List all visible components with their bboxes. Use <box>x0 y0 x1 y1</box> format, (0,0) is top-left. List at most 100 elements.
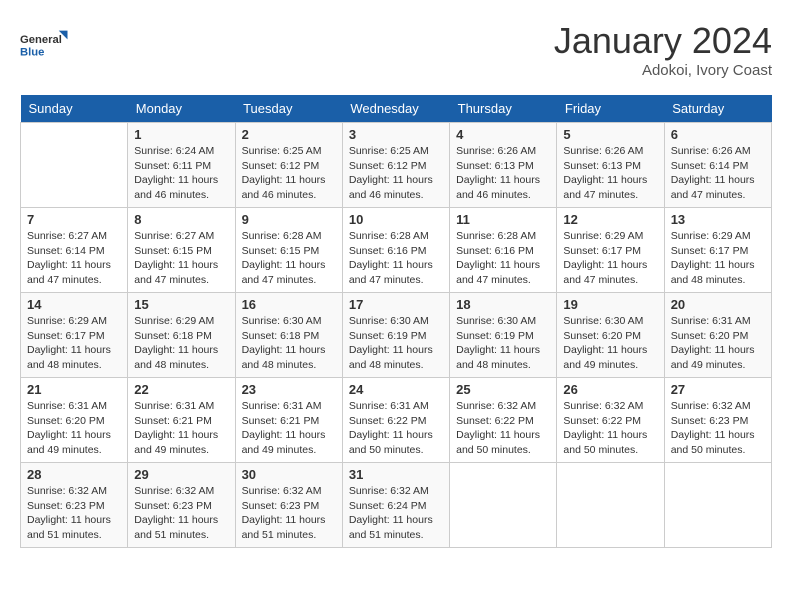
day-header-sunday: Sunday <box>21 95 128 123</box>
day-cell: 7 Sunrise: 6:27 AMSunset: 6:14 PMDayligh… <box>21 208 128 293</box>
svg-text:General: General <box>20 34 62 46</box>
day-detail: Sunrise: 6:30 AMSunset: 6:20 PMDaylight:… <box>563 314 657 373</box>
day-number: 23 <box>242 382 336 397</box>
day-detail: Sunrise: 6:31 AMSunset: 6:22 PMDaylight:… <box>349 399 443 458</box>
day-cell: 28 Sunrise: 6:32 AMSunset: 6:23 PMDaylig… <box>21 463 128 548</box>
title-block: January 2024 Adokoi, Ivory Coast <box>554 20 772 79</box>
day-detail: Sunrise: 6:32 AMSunset: 6:24 PMDaylight:… <box>349 484 443 543</box>
day-number: 20 <box>671 297 765 312</box>
day-cell <box>664 463 771 548</box>
day-number: 2 <box>242 127 336 142</box>
day-cell: 12 Sunrise: 6:29 AMSunset: 6:17 PMDaylig… <box>557 208 664 293</box>
day-number: 9 <box>242 212 336 227</box>
day-cell <box>450 463 557 548</box>
day-cell: 1 Sunrise: 6:24 AMSunset: 6:11 PMDayligh… <box>128 123 235 208</box>
day-cell: 18 Sunrise: 6:30 AMSunset: 6:19 PMDaylig… <box>450 293 557 378</box>
day-number: 25 <box>456 382 550 397</box>
day-detail: Sunrise: 6:28 AMSunset: 6:16 PMDaylight:… <box>456 229 550 288</box>
day-cell: 24 Sunrise: 6:31 AMSunset: 6:22 PMDaylig… <box>342 378 449 463</box>
day-cell: 26 Sunrise: 6:32 AMSunset: 6:22 PMDaylig… <box>557 378 664 463</box>
day-number: 4 <box>456 127 550 142</box>
day-cell: 5 Sunrise: 6:26 AMSunset: 6:13 PMDayligh… <box>557 123 664 208</box>
week-row-5: 28 Sunrise: 6:32 AMSunset: 6:23 PMDaylig… <box>21 463 772 548</box>
day-detail: Sunrise: 6:27 AMSunset: 6:15 PMDaylight:… <box>134 229 228 288</box>
day-cell: 3 Sunrise: 6:25 AMSunset: 6:12 PMDayligh… <box>342 123 449 208</box>
week-row-4: 21 Sunrise: 6:31 AMSunset: 6:20 PMDaylig… <box>21 378 772 463</box>
day-detail: Sunrise: 6:29 AMSunset: 6:18 PMDaylight:… <box>134 314 228 373</box>
day-cell: 6 Sunrise: 6:26 AMSunset: 6:14 PMDayligh… <box>664 123 771 208</box>
day-cell: 9 Sunrise: 6:28 AMSunset: 6:15 PMDayligh… <box>235 208 342 293</box>
location: Adokoi, Ivory Coast <box>554 62 772 79</box>
day-detail: Sunrise: 6:26 AMSunset: 6:13 PMDaylight:… <box>456 144 550 203</box>
day-header-wednesday: Wednesday <box>342 95 449 123</box>
day-detail: Sunrise: 6:30 AMSunset: 6:18 PMDaylight:… <box>242 314 336 373</box>
day-number: 16 <box>242 297 336 312</box>
day-detail: Sunrise: 6:31 AMSunset: 6:20 PMDaylight:… <box>27 399 121 458</box>
calendar-header-row: SundayMondayTuesdayWednesdayThursdayFrid… <box>21 95 772 123</box>
day-cell: 17 Sunrise: 6:30 AMSunset: 6:19 PMDaylig… <box>342 293 449 378</box>
day-detail: Sunrise: 6:29 AMSunset: 6:17 PMDaylight:… <box>563 229 657 288</box>
day-cell: 10 Sunrise: 6:28 AMSunset: 6:16 PMDaylig… <box>342 208 449 293</box>
day-cell: 21 Sunrise: 6:31 AMSunset: 6:20 PMDaylig… <box>21 378 128 463</box>
day-header-monday: Monday <box>128 95 235 123</box>
day-number: 3 <box>349 127 443 142</box>
day-header-friday: Friday <box>557 95 664 123</box>
calendar-table: SundayMondayTuesdayWednesdayThursdayFrid… <box>20 95 772 548</box>
day-detail: Sunrise: 6:29 AMSunset: 6:17 PMDaylight:… <box>27 314 121 373</box>
day-cell: 14 Sunrise: 6:29 AMSunset: 6:17 PMDaylig… <box>21 293 128 378</box>
day-cell: 31 Sunrise: 6:32 AMSunset: 6:24 PMDaylig… <box>342 463 449 548</box>
day-cell: 22 Sunrise: 6:31 AMSunset: 6:21 PMDaylig… <box>128 378 235 463</box>
day-cell: 16 Sunrise: 6:30 AMSunset: 6:18 PMDaylig… <box>235 293 342 378</box>
day-number: 28 <box>27 467 121 482</box>
day-number: 24 <box>349 382 443 397</box>
day-number: 18 <box>456 297 550 312</box>
svg-text:Blue: Blue <box>20 47 44 59</box>
day-detail: Sunrise: 6:25 AMSunset: 6:12 PMDaylight:… <box>349 144 443 203</box>
day-detail: Sunrise: 6:30 AMSunset: 6:19 PMDaylight:… <box>456 314 550 373</box>
day-number: 31 <box>349 467 443 482</box>
day-number: 7 <box>27 212 121 227</box>
day-cell: 8 Sunrise: 6:27 AMSunset: 6:15 PMDayligh… <box>128 208 235 293</box>
day-number: 12 <box>563 212 657 227</box>
week-row-1: 1 Sunrise: 6:24 AMSunset: 6:11 PMDayligh… <box>21 123 772 208</box>
week-row-2: 7 Sunrise: 6:27 AMSunset: 6:14 PMDayligh… <box>21 208 772 293</box>
day-number: 30 <box>242 467 336 482</box>
day-cell: 23 Sunrise: 6:31 AMSunset: 6:21 PMDaylig… <box>235 378 342 463</box>
day-detail: Sunrise: 6:32 AMSunset: 6:23 PMDaylight:… <box>671 399 765 458</box>
day-number: 6 <box>671 127 765 142</box>
day-cell: 15 Sunrise: 6:29 AMSunset: 6:18 PMDaylig… <box>128 293 235 378</box>
day-detail: Sunrise: 6:31 AMSunset: 6:21 PMDaylight:… <box>242 399 336 458</box>
day-number: 8 <box>134 212 228 227</box>
logo-svg: General Blue <box>20 20 70 70</box>
day-number: 14 <box>27 297 121 312</box>
day-header-thursday: Thursday <box>450 95 557 123</box>
logo: General Blue <box>20 20 70 70</box>
day-detail: Sunrise: 6:32 AMSunset: 6:22 PMDaylight:… <box>563 399 657 458</box>
day-cell: 2 Sunrise: 6:25 AMSunset: 6:12 PMDayligh… <box>235 123 342 208</box>
day-detail: Sunrise: 6:26 AMSunset: 6:13 PMDaylight:… <box>563 144 657 203</box>
day-number: 17 <box>349 297 443 312</box>
day-cell <box>557 463 664 548</box>
day-number: 27 <box>671 382 765 397</box>
day-detail: Sunrise: 6:26 AMSunset: 6:14 PMDaylight:… <box>671 144 765 203</box>
day-detail: Sunrise: 6:32 AMSunset: 6:23 PMDaylight:… <box>27 484 121 543</box>
day-number: 29 <box>134 467 228 482</box>
day-number: 21 <box>27 382 121 397</box>
day-cell: 20 Sunrise: 6:31 AMSunset: 6:20 PMDaylig… <box>664 293 771 378</box>
day-cell: 29 Sunrise: 6:32 AMSunset: 6:23 PMDaylig… <box>128 463 235 548</box>
day-detail: Sunrise: 6:32 AMSunset: 6:23 PMDaylight:… <box>134 484 228 543</box>
day-cell <box>21 123 128 208</box>
day-header-tuesday: Tuesday <box>235 95 342 123</box>
day-cell: 27 Sunrise: 6:32 AMSunset: 6:23 PMDaylig… <box>664 378 771 463</box>
week-row-3: 14 Sunrise: 6:29 AMSunset: 6:17 PMDaylig… <box>21 293 772 378</box>
day-number: 15 <box>134 297 228 312</box>
day-detail: Sunrise: 6:32 AMSunset: 6:23 PMDaylight:… <box>242 484 336 543</box>
day-cell: 19 Sunrise: 6:30 AMSunset: 6:20 PMDaylig… <box>557 293 664 378</box>
day-cell: 4 Sunrise: 6:26 AMSunset: 6:13 PMDayligh… <box>450 123 557 208</box>
day-cell: 25 Sunrise: 6:32 AMSunset: 6:22 PMDaylig… <box>450 378 557 463</box>
day-detail: Sunrise: 6:24 AMSunset: 6:11 PMDaylight:… <box>134 144 228 203</box>
day-cell: 11 Sunrise: 6:28 AMSunset: 6:16 PMDaylig… <box>450 208 557 293</box>
day-number: 13 <box>671 212 765 227</box>
day-number: 11 <box>456 212 550 227</box>
day-cell: 13 Sunrise: 6:29 AMSunset: 6:17 PMDaylig… <box>664 208 771 293</box>
